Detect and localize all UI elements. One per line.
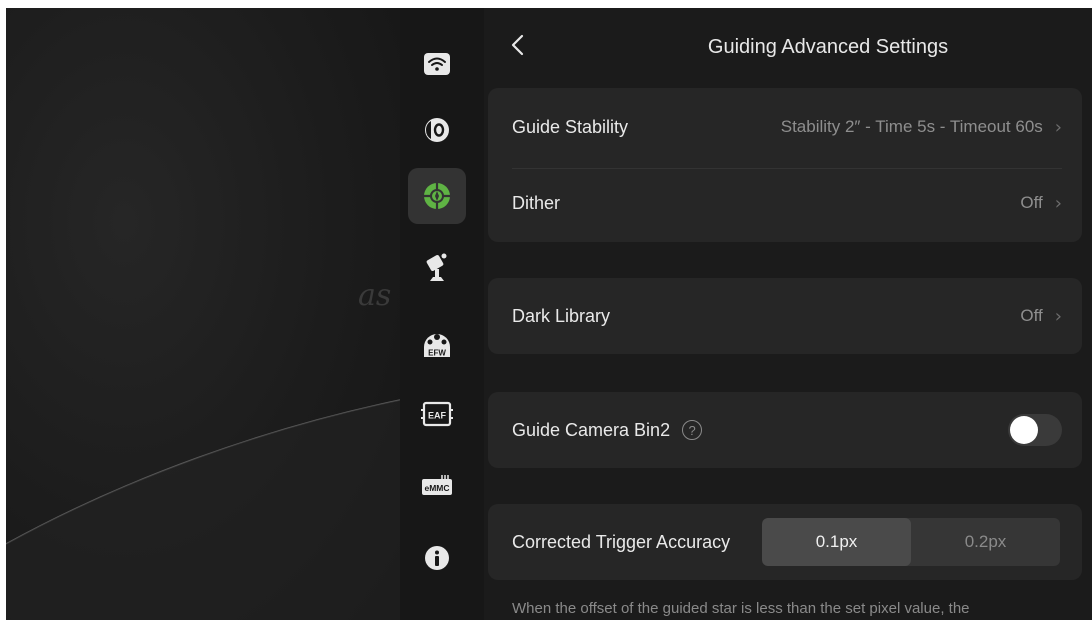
guide-stability-value: Stability 2″ - Time 5s - Timeout 60s [780, 117, 1043, 136]
chevron-right-icon: › [1054, 192, 1062, 214]
app-frame: as EFW EAF eMMC Guiding Advanced Setting… [6, 8, 1092, 620]
toggle-knob [1010, 416, 1038, 444]
back-button[interactable] [506, 30, 532, 60]
filter-wheel-icon: EFW [424, 334, 450, 358]
guide-stability-label: Guide Stability [512, 116, 629, 137]
watermark-text: as [358, 278, 392, 313]
dither-value-wrap: Off › [1020, 193, 1062, 214]
horizon-curve [6, 399, 400, 620]
info-icon [425, 546, 449, 570]
sidebar-item-info[interactable] [408, 530, 466, 586]
camera-zero-icon [425, 118, 449, 142]
dither-row[interactable]: Dither Off › [512, 182, 1062, 224]
dither-value: Off [1020, 193, 1043, 212]
sidebar-item-camera[interactable] [408, 102, 466, 158]
sidebar-item-eaf[interactable]: EAF [408, 386, 466, 442]
dark-library-label: Dark Library [512, 305, 611, 326]
backdrop-image: as [6, 8, 400, 620]
bin2-card: Guide Camera Bin2 ? [488, 392, 1082, 468]
bin2-label-wrap: Guide Camera Bin2 ? [512, 419, 703, 441]
telescope-mount-icon [426, 253, 447, 281]
option-0-1px[interactable]: 0.1px [762, 518, 911, 566]
guide-stability-value-wrap: Stability 2″ - Time 5s - Timeout 60s › [781, 117, 1062, 138]
guiding-card: Guide Stability Stability 2″ - Time 5s -… [488, 88, 1082, 242]
dark-library-value: Off [1020, 306, 1043, 325]
sidebar: EFW EAF eMMC [400, 8, 484, 620]
header-bar: Guiding Advanced Settings [484, 8, 1092, 80]
bin2-toggle[interactable] [1008, 414, 1062, 446]
svg-text:eMMC: eMMC [424, 483, 449, 493]
help-icon[interactable]: ? [682, 420, 703, 440]
guide-camera-bin2-row: Guide Camera Bin2 ? [512, 409, 1062, 451]
trigger-accuracy-card: Corrected Trigger Accuracy 0.1px 0.2px [488, 504, 1082, 580]
dither-label: Dither [512, 192, 561, 213]
guiding-crosshair-icon [424, 183, 450, 209]
wifi-icon [424, 53, 450, 75]
settings-panel: Guiding Advanced Settings Guide Stabilit… [484, 8, 1092, 620]
sidebar-item-mount[interactable] [408, 240, 466, 296]
page-title: Guiding Advanced Settings [707, 36, 949, 58]
dark-library-card: Dark Library Off › [488, 278, 1082, 354]
storage-icon: eMMC [422, 475, 452, 495]
sidebar-item-guiding[interactable] [408, 168, 466, 224]
dark-library-value-wrap: Off › [1020, 306, 1062, 327]
sidebar-item-wifi[interactable] [408, 36, 466, 92]
chevron-left-icon [511, 34, 524, 56]
chevron-right-icon: › [1054, 116, 1062, 138]
trigger-accuracy-selector: 0.1px 0.2px [762, 518, 1060, 566]
guide-stability-row[interactable]: Guide Stability Stability 2″ - Time 5s -… [512, 106, 1062, 148]
chevron-right-icon: › [1054, 305, 1062, 327]
focuser-icon: EAF [421, 401, 453, 427]
divider [512, 168, 1062, 169]
svg-text:EAF: EAF [428, 411, 447, 421]
sidebar-item-storage[interactable]: eMMC [408, 458, 466, 514]
svg-text:EFW: EFW [428, 349, 446, 358]
trigger-accuracy-row: Corrected Trigger Accuracy [512, 521, 730, 563]
option-0-2px[interactable]: 0.2px [911, 518, 1060, 566]
trigger-accuracy-label: Corrected Trigger Accuracy [512, 531, 731, 552]
sidebar-item-efw[interactable]: EFW [408, 314, 466, 370]
bin2-label: Guide Camera Bin2 [512, 419, 671, 440]
trigger-accuracy-note: When the offset of the guided star is le… [512, 600, 970, 617]
dark-library-row[interactable]: Dark Library Off › [512, 295, 1062, 337]
